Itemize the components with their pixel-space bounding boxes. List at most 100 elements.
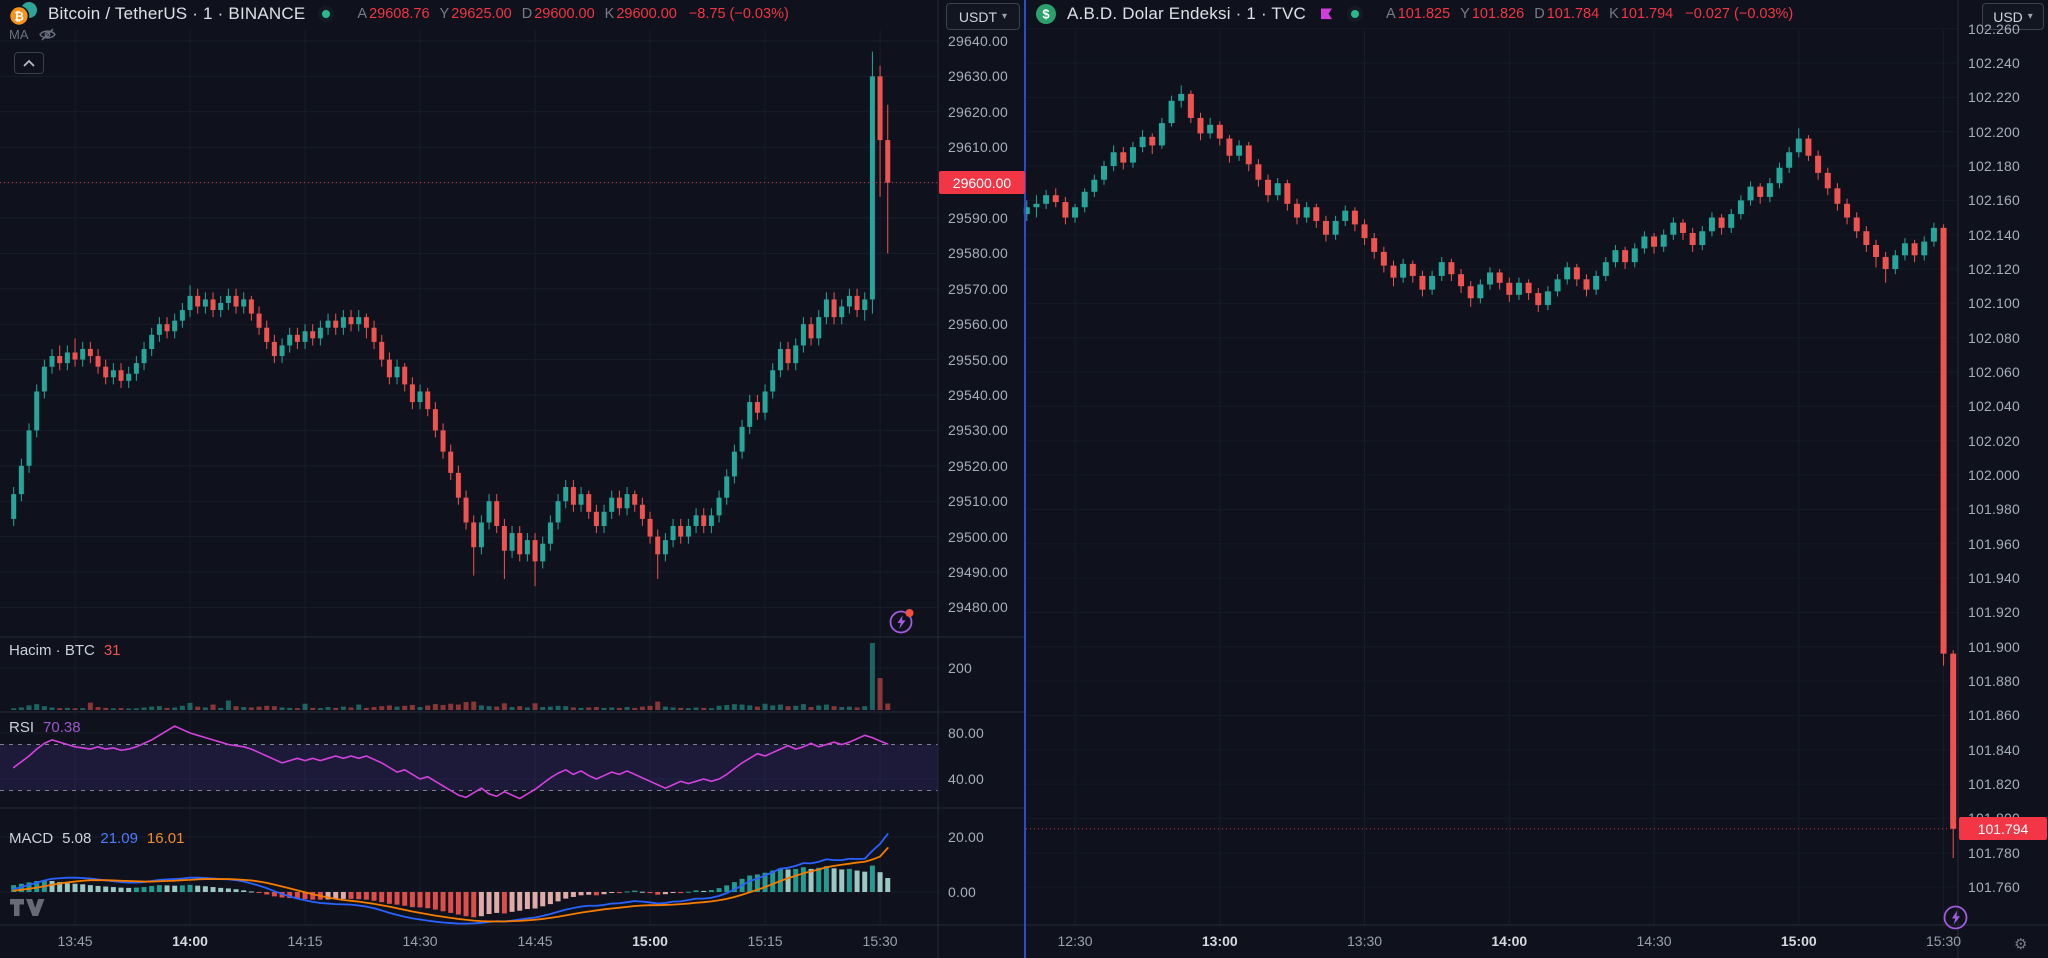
chevron-up-icon — [20, 57, 38, 69]
price-axis-label: 101.940 — [1968, 570, 2020, 586]
time-axis-label: 14:30 — [1637, 933, 1672, 949]
change-value: −8.75 (−0.03%) — [689, 6, 789, 22]
volume-label: Hacim · BTC — [9, 642, 95, 659]
price-axis-label: 101.880 — [1968, 673, 2020, 689]
price-axis-label: 102.080 — [1968, 330, 2020, 346]
price-axis-label: 101.840 — [1968, 742, 2020, 758]
price-axis-label: 29500.00 — [948, 529, 1008, 545]
price-axis-label: 102.000 — [1968, 467, 2020, 483]
price-axis-label: 102.040 — [1968, 398, 2020, 414]
symbol-title[interactable]: A.B.D. Dolar Endeksi · 1 · TVC — [1067, 4, 1306, 24]
price-axis-label: 29560.00 — [948, 316, 1008, 332]
svg-text:$: $ — [1042, 7, 1050, 22]
volume-bars — [11, 643, 890, 710]
time-axis-label: 15:30 — [863, 933, 898, 949]
rsi-axis-label: 80.00 — [948, 725, 984, 741]
price-axis-label: 29630.00 — [948, 68, 1008, 84]
right-price-axis[interactable]: 102.260102.240102.220102.200102.180102.1… — [1958, 0, 2048, 958]
time-axis-label: 14:15 — [288, 933, 323, 949]
price-axis-label: 102.020 — [1968, 433, 2020, 449]
market-status-icon[interactable] — [318, 6, 334, 22]
price-axis-label: 29580.00 — [948, 245, 1008, 261]
price-axis-label: 101.980 — [1968, 501, 2020, 517]
svg-text:₿: ₿ — [14, 9, 24, 23]
macd-pane-legend[interactable]: MACD 5.08 21.09 16.01 — [9, 830, 184, 847]
right-instant-trading-button[interactable] — [1942, 904, 1969, 931]
change-value: −0.027 (−0.03%) — [1685, 6, 1793, 22]
time-axis-label: 14:00 — [172, 933, 208, 949]
volume-pane-legend[interactable]: Hacim · BTC 31 — [9, 642, 121, 659]
rsi-axis-label: 40.00 — [948, 771, 984, 787]
price-axis-label: 29540.00 — [948, 387, 1008, 403]
gear-icon[interactable]: ⚙ — [2014, 935, 2027, 953]
price-axis-label: 101.920 — [1968, 604, 2020, 620]
time-axis-label: 14:45 — [518, 933, 553, 949]
usd-index-icon: $ — [1034, 2, 1058, 26]
candles-btcusdt — [11, 52, 890, 587]
ma-label[interactable]: MA — [9, 27, 29, 42]
ohlc-values: A29608.76 Y29625.00 D29600.00 K29600.00 … — [357, 6, 788, 22]
macd-axis-label: 20.00 — [948, 829, 984, 845]
time-axis-label: 13:45 — [58, 933, 93, 949]
price-axis-label: 29520.00 — [948, 458, 1008, 474]
rsi-label: RSI — [9, 719, 34, 736]
right-last-price-badge: 101.794 — [1959, 817, 2047, 840]
price-axis-label: 102.140 — [1968, 227, 2020, 243]
price-axis-label: 29570.00 — [948, 281, 1008, 297]
trading-workspace: ₿ Bitcoin / TetherUS · 1 · BINANCE A2960… — [0, 0, 2048, 958]
flag-icon[interactable] — [1319, 7, 1334, 22]
left-chart-header: ₿ Bitcoin / TetherUS · 1 · BINANCE A2960… — [8, 0, 789, 28]
price-axis-label: 29530.00 — [948, 422, 1008, 438]
price-axis-label: 101.820 — [1968, 776, 2020, 792]
macd-histogram — [11, 866, 890, 918]
time-axis[interactable]: 13:45 14:00 14:15 14:30 14:45 15:00 15:15 15:30… — [0, 925, 2048, 958]
ma-indicator-row: MA — [9, 27, 57, 42]
macd-label: MACD — [9, 830, 53, 847]
price-axis-label: 29550.00 — [948, 352, 1008, 368]
lightning-icon — [888, 608, 915, 635]
market-status-icon[interactable] — [1347, 6, 1363, 22]
price-axis-label: 101.860 — [1968, 707, 2020, 723]
price-axis-label: 29620.00 — [948, 104, 1008, 120]
right-chart-header: $ A.B.D. Dolar Endeksi · 1 · TVC A101.82… — [1034, 0, 1793, 28]
price-axis-label: 102.240 — [1968, 55, 2020, 71]
btc-usdt-pair-icon: ₿ — [8, 1, 39, 28]
time-axis-label: 15:15 — [748, 933, 783, 949]
symbol-title[interactable]: Bitcoin / TetherUS · 1 · BINANCE — [48, 4, 305, 24]
time-axis-label: 14:30 — [403, 933, 438, 949]
time-axis-label: 15:00 — [1781, 933, 1817, 949]
price-axis-label: 101.760 — [1968, 879, 2020, 895]
rsi-pane-legend[interactable]: RSI 70.38 — [9, 719, 81, 736]
price-axis-label: 29610.00 — [948, 139, 1008, 155]
collapse-legend-button[interactable] — [14, 52, 44, 74]
volume-axis-label: 200 — [948, 660, 972, 676]
rsi-band — [0, 745, 938, 791]
time-axis-label: 12:30 — [1058, 933, 1093, 949]
time-axis-label: 13:30 — [1347, 933, 1382, 949]
time-axis-label: 15:00 — [632, 933, 668, 949]
lightning-icon — [1942, 904, 1969, 931]
price-axis-label: 102.180 — [1968, 158, 2020, 174]
ohlc-values: A101.825 Y101.826 D101.784 K101.794 −0.0… — [1386, 6, 1793, 22]
price-axis-label: 29490.00 — [948, 564, 1008, 580]
candles-dxy — [1024, 85, 1956, 858]
left-instant-trading-button[interactable] — [888, 608, 915, 635]
macd-axis-label: 0.00 — [948, 884, 976, 900]
macd-line-value: 21.09 — [100, 830, 138, 847]
left-last-price-badge: 29600.00 — [939, 171, 1025, 194]
time-axis-label: 15:30 — [1926, 933, 1961, 949]
price-axis-label: 29590.00 — [948, 210, 1008, 226]
eye-off-icon[interactable] — [38, 27, 57, 42]
price-axis-label: 29510.00 — [948, 493, 1008, 509]
price-axis-label: 101.780 — [1968, 845, 2020, 861]
price-axis-label: 102.060 — [1968, 364, 2020, 380]
time-axis-label: 13:00 — [1202, 933, 1238, 949]
price-axis-label: 101.960 — [1968, 536, 2020, 552]
tradingview-logo[interactable] — [10, 899, 46, 917]
macd-signal-value: 16.01 — [147, 830, 185, 847]
price-axis-label: 102.120 — [1968, 261, 2020, 277]
price-axis-label: 102.220 — [1968, 89, 2020, 105]
price-axis-label: 101.900 — [1968, 639, 2020, 655]
left-price-axis[interactable]: 29640.0029630.0029620.0029610.0029600.00… — [938, 0, 1026, 958]
volume-value: 31 — [104, 642, 121, 659]
